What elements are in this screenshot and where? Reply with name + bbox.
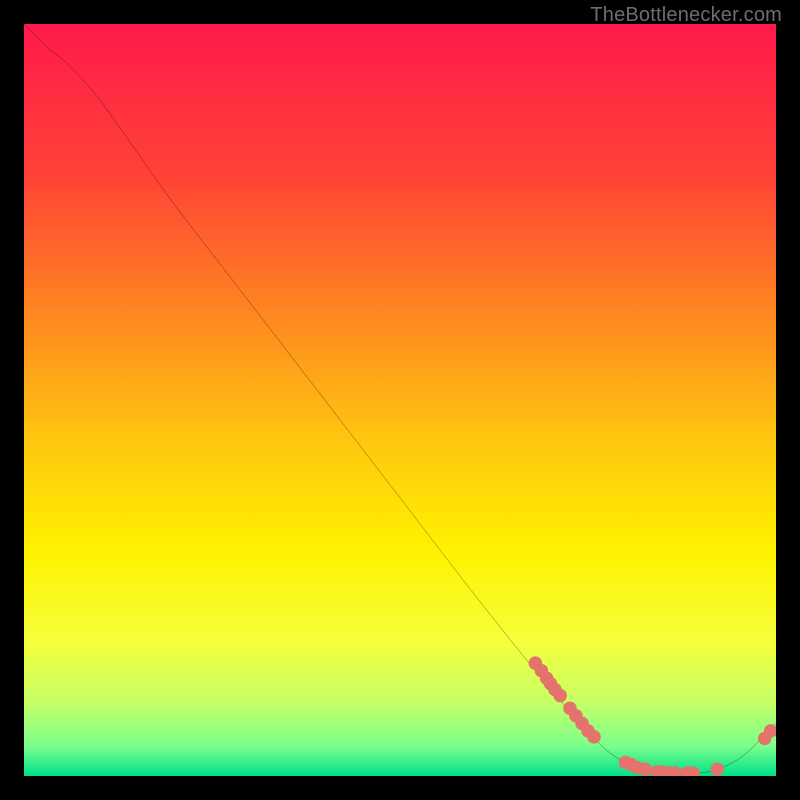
scatter-point <box>711 762 725 776</box>
scatter-point <box>553 689 567 703</box>
chart-stage: TheBottlenecker.com <box>0 0 800 800</box>
chart-plot <box>24 24 776 776</box>
plot-background <box>24 24 776 776</box>
scatter-point <box>638 762 652 776</box>
scatter-point <box>587 730 601 744</box>
